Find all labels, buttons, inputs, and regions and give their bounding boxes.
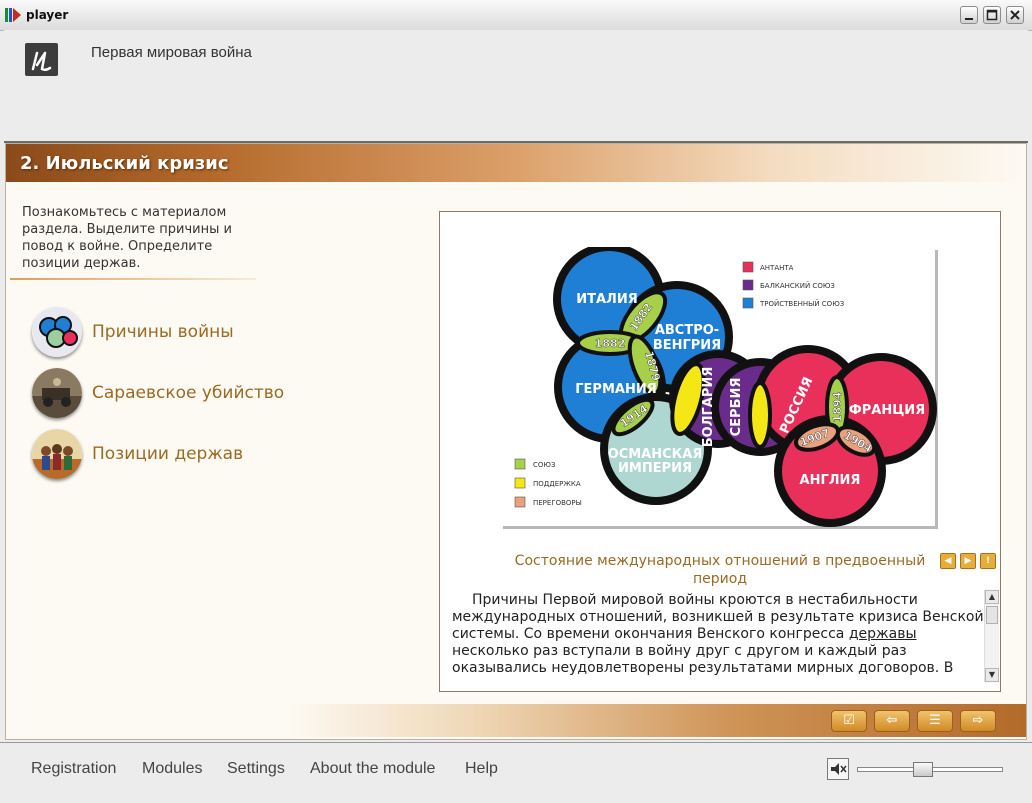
info-button[interactable]: ! — [980, 553, 996, 569]
nav-item-powers-positions[interactable]: Позиции держав — [32, 429, 312, 483]
scroll-up-button[interactable]: ▲ — [985, 590, 999, 604]
scroll-down-button[interactable]: ▼ — [985, 668, 999, 682]
arrow-right-icon: ▶ — [964, 556, 972, 566]
label-france: ФРАНЦИЯ — [849, 403, 925, 418]
instruction-text: Познакомьтесь с материалом раздела. Выде… — [22, 205, 232, 271]
legend-triple: ТРОЙСТВЕННЫЙ СОЮЗ — [759, 299, 845, 308]
label-austria-2: ВЕНГРИЯ — [653, 338, 721, 353]
contents-button[interactable]: ☰ — [917, 710, 953, 732]
logo-icon — [25, 43, 58, 76]
year-1894: 1894 — [831, 391, 844, 422]
checkbox-icon: ☑ — [843, 713, 855, 728]
divider — [10, 278, 256, 280]
footer-nav-bar: ☑ ⇦ ☰ ⇨ — [286, 704, 1026, 737]
menu-modules[interactable]: Modules — [142, 760, 202, 778]
car-photo-icon — [32, 368, 82, 418]
legend-triple-swatch — [742, 297, 754, 309]
app-icon — [5, 8, 21, 22]
nav-item-sarajevo-assassination[interactable]: Сараевское убийство — [32, 368, 312, 422]
app-header: Первая мировая война — [4, 30, 1028, 143]
scroll-up-icon: ▲ — [988, 592, 996, 601]
window-titlebar: player — [0, 0, 1032, 31]
speaker-icon — [831, 763, 847, 775]
legend-balkan: БАЛКАНСКИЙ СОЮЗ — [760, 281, 835, 290]
maximize-icon — [986, 9, 998, 21]
nav-item-label: Позиции держав — [92, 444, 244, 464]
legend-support-swatch — [514, 477, 526, 489]
content-panel: ИТАЛИЯ АВСТРО- ВЕНГРИЯ ГЕРМАНИЯ ОСМАНСКА… — [439, 211, 1001, 692]
legend-entente-swatch — [742, 261, 754, 273]
globe-alliances-icon — [32, 307, 82, 357]
check-button[interactable]: ☑ — [831, 710, 867, 732]
nav-item-war-causes[interactable]: Причины войны — [32, 307, 312, 361]
course-title: Первая мировая война — [91, 44, 252, 61]
back-button[interactable]: ⇦ — [874, 710, 910, 732]
forward-button[interactable]: ⇨ — [960, 710, 996, 732]
scroll-thumb[interactable] — [986, 606, 998, 624]
label-ottoman-1: ОСМАНСКАЯ — [608, 447, 703, 462]
legend-negotiations-swatch — [514, 496, 526, 508]
scroll-down-icon: ▼ — [988, 670, 996, 679]
nav-item-label: Сараевское убийство — [92, 383, 285, 403]
section-title: 2. Июльский кризис — [20, 153, 229, 174]
year-1882-italy-germany: 1882 — [595, 337, 626, 350]
leaders-photo-icon — [32, 429, 82, 479]
diagram-caption: Состояние международных отношений в пред… — [514, 553, 926, 587]
minimize-button[interactable] — [960, 6, 978, 24]
mute-button[interactable] — [827, 758, 849, 780]
text-scrollbar[interactable]: ▲ ▼ — [984, 590, 999, 682]
arrow-right-icon: ⇨ — [972, 713, 984, 728]
label-germany: ГЕРМАНИЯ — [575, 382, 656, 397]
nav-item-label: Причины войны — [92, 322, 234, 342]
legend-union-swatch — [514, 458, 526, 470]
content-area: 2. Июльский кризис Познакомьтесь с матер… — [5, 143, 1027, 740]
legend-balkan-swatch — [742, 279, 754, 291]
text-content: Причины Первой мировой войны кроются в н… — [452, 592, 984, 684]
text-part-2: несколько раз вступали в войну друг с др… — [452, 643, 954, 676]
legend-entente: АНТАНТА — [760, 264, 794, 272]
label-england: АНГЛИЯ — [800, 473, 861, 488]
close-button[interactable] — [1006, 6, 1024, 24]
bottom-menu-bar: Registration Modules Settings About the … — [0, 742, 1032, 803]
volume-slider-thumb[interactable] — [912, 762, 933, 777]
menu-about-module[interactable]: About the module — [310, 760, 435, 778]
label-italy: ИТАЛИЯ — [576, 292, 638, 307]
legend-negotiations: ПЕРЕГОВОРЫ — [533, 499, 582, 507]
menu-help[interactable]: Help — [465, 760, 498, 778]
section-header-bar: 2. Июльский кризис — [6, 144, 1026, 182]
term-link[interactable]: державы — [849, 626, 917, 642]
label-austria-1: АВСТРО- — [655, 323, 719, 338]
prev-image-button[interactable]: ◀ — [940, 553, 956, 569]
arrow-left-icon: ⇦ — [886, 713, 898, 728]
menu-registration[interactable]: Registration — [31, 760, 116, 778]
menu-settings[interactable]: Settings — [227, 760, 285, 778]
window-title: player — [26, 8, 69, 22]
exclamation-icon: ! — [985, 556, 991, 566]
label-bulgaria: БОЛГАРИЯ — [701, 367, 716, 448]
arrow-left-icon: ◀ — [944, 556, 952, 566]
legend-support: ПОДДЕРЖКА — [533, 480, 581, 488]
legend-union: СОЮЗ — [533, 461, 556, 469]
label-serbia: СЕРБИЯ — [729, 378, 744, 437]
label-ottoman-2: ИМПЕРИЯ — [618, 461, 692, 476]
list-icon: ☰ — [929, 713, 941, 728]
next-image-button[interactable]: ▶ — [960, 553, 976, 569]
alliances-diagram: ИТАЛИЯ АВСТРО- ВЕНГРИЯ ГЕРМАНИЯ ОСМАНСКА… — [500, 247, 938, 529]
close-icon — [1010, 10, 1020, 20]
maximize-button[interactable] — [983, 6, 1001, 24]
minimize-icon — [965, 18, 973, 20]
